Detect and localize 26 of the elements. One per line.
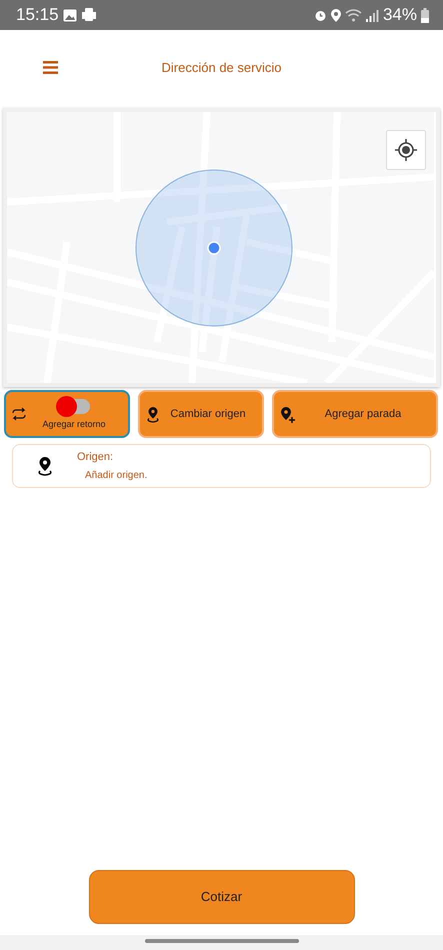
alarm-icon xyxy=(314,8,327,22)
origin-value[interactable]: Añadir origen. xyxy=(77,468,148,484)
page-title: Dirección de servicio xyxy=(162,60,282,75)
phone-icon xyxy=(80,7,97,23)
quote-button[interactable]: Cotizar xyxy=(88,870,354,924)
menu-icon xyxy=(42,61,58,74)
location-pin-icon xyxy=(146,406,160,422)
return-toggle-button[interactable]: Agregar retorno xyxy=(4,390,130,438)
crosshair-icon xyxy=(395,139,417,161)
my-location-button[interactable] xyxy=(386,130,426,170)
location-icon xyxy=(330,8,341,22)
image-icon xyxy=(62,8,77,22)
battery-icon xyxy=(421,8,429,22)
add-location-icon xyxy=(280,406,296,422)
add-stop-button[interactable]: Agregar parada xyxy=(272,390,438,438)
signal-icon xyxy=(366,8,379,22)
swap-icon xyxy=(12,407,26,421)
toggle-label: Agregar retorno xyxy=(42,418,106,432)
origin-label: Origen: xyxy=(77,450,114,465)
location-pin-icon xyxy=(37,456,53,476)
home-handle[interactable] xyxy=(144,939,298,943)
change-origin-button[interactable]: Cambiar origen xyxy=(138,390,264,438)
wifi-icon xyxy=(344,8,362,22)
battery-percentage: 34% xyxy=(382,4,417,26)
toggle-switch[interactable] xyxy=(56,396,92,416)
status-time: 15:15 xyxy=(16,4,59,26)
